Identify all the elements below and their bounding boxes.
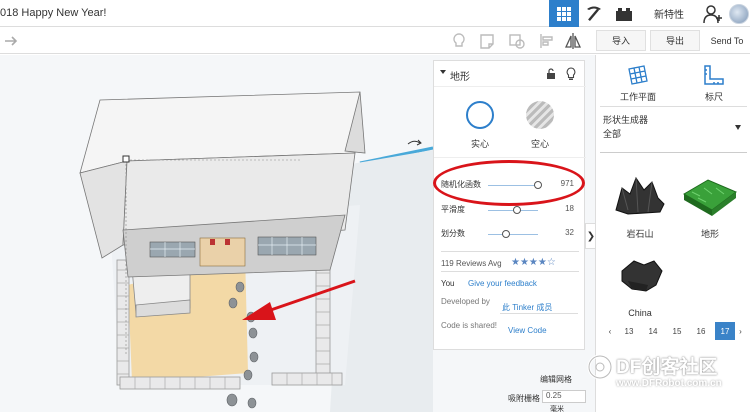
right-fence (315, 259, 331, 376)
new-features-button[interactable]: 新特性 (641, 0, 697, 27)
you-label: You (441, 279, 455, 288)
prev-page-icon[interactable]: ‹ (600, 322, 620, 340)
edit-grid-button[interactable]: 编辑网格 (540, 374, 572, 385)
shape-label: 岩石山 (626, 229, 654, 239)
visibility-bulb-icon[interactable] (565, 67, 577, 81)
align-icon[interactable] (538, 32, 556, 50)
property-label: 平滑度 (441, 205, 465, 214)
generator-title: 形状生成器 (603, 115, 649, 125)
shape-terrain[interactable]: 地形 (678, 170, 742, 240)
workplane-button[interactable]: 工作平面 (610, 63, 666, 103)
annotation-oval-property (433, 160, 585, 206)
page-button[interactable]: 15 (667, 322, 687, 340)
avatar-image (729, 3, 749, 24)
dfrobot-logo-icon (587, 354, 613, 380)
group-icon[interactable] (508, 32, 526, 50)
divider (434, 157, 586, 158)
shape-label: 地形 (700, 229, 719, 239)
shape-label: China (628, 308, 652, 318)
divider (441, 251, 579, 252)
workplane-label: 工作平面 (619, 92, 656, 102)
snap-grid-select[interactable]: 0.25 (542, 390, 586, 403)
mirror-icon[interactable] (564, 32, 582, 50)
inspector-header: 地形 (434, 61, 586, 87)
shape-rocky-mountain[interactable]: 岩石山 (608, 170, 672, 240)
next-page-icon[interactable]: › (734, 322, 747, 340)
add-user-button[interactable] (700, 0, 725, 27)
note-icon[interactable] (478, 32, 496, 50)
rock-mountain-icon (615, 176, 665, 215)
pagination: ‹ 13 14 15 16 17 › (600, 322, 747, 340)
property-value[interactable]: 32 (565, 228, 574, 237)
page-button[interactable]: 16 (691, 322, 711, 340)
snap-grid-label: 吸附栅格 (508, 394, 540, 403)
hole-label: 空心 (530, 139, 549, 149)
bulb-icon[interactable] (450, 32, 468, 50)
3d-design-view-button[interactable] (549, 0, 579, 27)
solid-toggle[interactable] (466, 101, 494, 129)
slider-knob[interactable] (502, 230, 510, 238)
property-row-divisions: 划分数 32 (434, 226, 586, 242)
generator-select[interactable]: 全部 (603, 127, 621, 140)
watermark-title: DF创客社区 (616, 357, 718, 378)
slider-knob[interactable] (513, 206, 521, 214)
inspector-title: 地形 (450, 72, 470, 83)
toolbar: 导入 导出 Send To (0, 27, 750, 54)
terrain-icon (683, 179, 737, 216)
china-map-icon (621, 260, 663, 292)
feedback-link[interactable]: Give your feedback (468, 279, 537, 288)
rating-stars: ★★★★☆ (511, 257, 556, 268)
bricks-view-button[interactable] (611, 0, 637, 27)
divider (600, 106, 747, 107)
chevron-right-icon: ❯ (586, 230, 596, 242)
divider (500, 313, 578, 314)
grid-icon (557, 6, 571, 21)
send-to-button[interactable]: Send To (704, 30, 750, 51)
collapse-caret-icon[interactable] (440, 70, 446, 74)
shape-china[interactable]: China (608, 251, 672, 321)
left-fence (116, 259, 130, 386)
user-avatar[interactable] (728, 0, 750, 27)
page-button-active[interactable]: 17 (715, 322, 735, 340)
reviews-summary: 119 Reviews Avg (441, 259, 502, 268)
snap-unit-label: 毫米 (550, 406, 564, 412)
property-slider[interactable] (488, 234, 538, 235)
pickaxe-icon (587, 6, 601, 21)
redo-icon[interactable] (4, 33, 18, 47)
hole-toggle[interactable] (526, 101, 554, 129)
export-button[interactable]: 导出 (650, 30, 700, 51)
unlock-icon[interactable] (545, 68, 557, 80)
view-code-link[interactable]: View Code (508, 326, 547, 335)
ruler-icon (704, 65, 724, 85)
add-user-icon (702, 4, 722, 23)
workplane-icon (628, 65, 648, 85)
code-shared-label: Code is shared! (441, 321, 498, 330)
top-bar: 018 Happy New Year! 新特性 (0, 0, 750, 27)
page-button[interactable]: 13 (619, 322, 639, 340)
ruler-label: 标尺 (704, 92, 723, 102)
developed-by-label: Developed by (441, 297, 490, 306)
import-button[interactable]: 导入 (596, 30, 646, 51)
watermark: DF创客社区 www.DFRobot.com.cn (583, 350, 750, 405)
design-title[interactable]: 018 Happy New Year! (0, 7, 106, 19)
page-button[interactable]: 14 (643, 322, 663, 340)
solid-label: 实心 (470, 139, 489, 149)
watermark-url: www.DFRobot.com.cn (616, 378, 722, 389)
divider (600, 152, 747, 153)
brick-icon (616, 7, 632, 21)
property-value[interactable]: 18 (565, 204, 574, 213)
developer-link[interactable]: 此 Tinker 成员 (502, 302, 552, 313)
property-label: 划分数 (441, 229, 465, 238)
minecraft-view-button[interactable] (581, 0, 607, 27)
chevron-down-icon[interactable] (735, 125, 741, 130)
divider (441, 271, 579, 272)
ruler-button[interactable]: 标尺 (686, 63, 742, 103)
